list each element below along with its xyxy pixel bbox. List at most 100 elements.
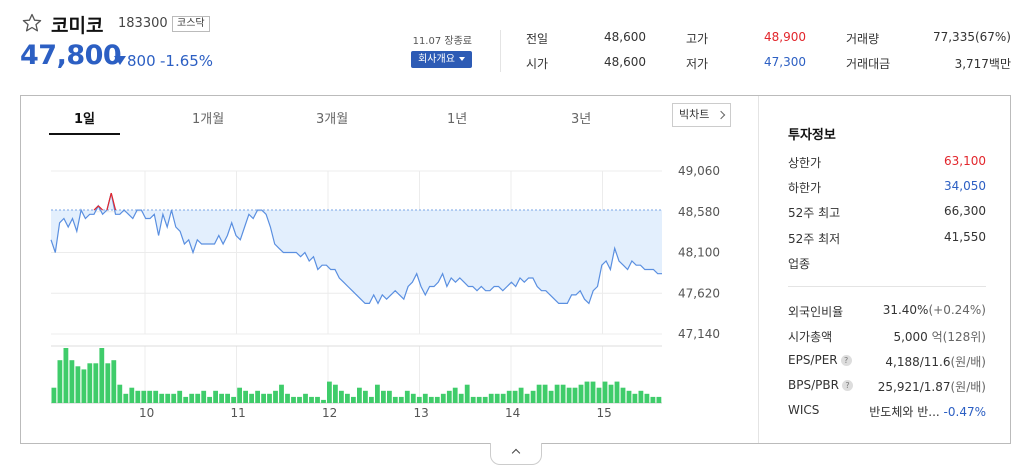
period-tabs: 1일 1개월 3개월 1년 3년 빅차트 <box>21 96 758 136</box>
volume-bar <box>363 390 368 403</box>
lower-limit-row: 하한가 34,050 <box>788 179 986 197</box>
down-arrow-icon <box>114 56 126 65</box>
volume-bar <box>542 384 548 403</box>
volume-bar <box>351 396 356 403</box>
volume-bar <box>428 396 434 403</box>
foreign-ratio-label: 외국인비율 <box>788 305 844 319</box>
eps-per-label: EPS/PER <box>788 353 838 367</box>
x-tick-label: 10 <box>139 406 154 420</box>
volume-bar <box>117 384 123 403</box>
week52-low-label: 52주 최저 <box>788 232 841 246</box>
volume-bar <box>129 387 135 403</box>
volume-bar <box>578 384 584 403</box>
volume-bar <box>434 396 440 403</box>
volume-bar <box>315 396 320 403</box>
trade-value-value: 3,717백만 <box>954 57 1011 71</box>
volume-bar <box>99 348 105 403</box>
volume-bar <box>309 396 314 403</box>
tab-3year[interactable]: 3년 <box>571 108 591 127</box>
week52-high-value: 66,300 <box>944 204 986 218</box>
lower-limit-label: 하한가 <box>788 181 822 195</box>
collapse-chart-button[interactable] <box>490 443 542 465</box>
market-cap-unit: 억(128위) <box>931 330 986 344</box>
volume-bar <box>602 381 608 403</box>
volume-bar <box>476 396 482 403</box>
volume-bar <box>327 381 332 403</box>
y-tick-label: 47,140 <box>678 327 720 341</box>
y-tick-label: 47,620 <box>678 286 720 300</box>
volume-bar <box>392 396 398 403</box>
prev-close-label: 전일 <box>526 32 549 46</box>
favorite-star-icon[interactable] <box>22 13 42 33</box>
volume-bar <box>488 393 494 403</box>
volume-bar <box>339 390 344 403</box>
high-value: 48,900 <box>764 30 806 44</box>
volume-bar <box>69 360 75 403</box>
tab-1month[interactable]: 1개월 <box>192 108 224 127</box>
tab-1day[interactable]: 1일 <box>74 108 95 127</box>
volume-bar <box>105 363 111 403</box>
volume-bar <box>446 390 452 403</box>
wics-value[interactable]: 반도체와 반... <box>869 405 939 419</box>
volume-bar <box>620 387 626 403</box>
volume-bar <box>369 396 374 403</box>
week52-high-label: 52주 최고 <box>788 206 841 220</box>
market-badge: 코스닥 <box>172 16 210 32</box>
week52-low-value: 41,550 <box>944 230 986 244</box>
x-tick-label: 11 <box>231 406 246 420</box>
volume-bar <box>590 381 596 403</box>
company-overview-button[interactable]: 회사개요 <box>411 51 472 68</box>
volume-bar <box>584 381 590 403</box>
investment-info-panel: 투자정보 상한가 63,100 하한가 34,050 52주 최고 66,300… <box>758 96 1010 443</box>
low-value: 47,300 <box>764 55 806 69</box>
volume-bar <box>470 396 476 403</box>
volume-bar <box>375 384 380 403</box>
volume-bar <box>656 396 662 403</box>
intraday-chart[interactable]: 49,060 48,580 48,100 47,620 47,140 10 11 12 13 14… <box>21 136 758 443</box>
eps-per-value: 4,188/11.6 <box>885 355 951 369</box>
volume-bar <box>261 393 266 403</box>
big-chart-label: 빅차트 <box>679 108 710 121</box>
volume-bar <box>321 399 326 403</box>
volume-bar <box>291 396 296 403</box>
volume-bar <box>255 390 260 403</box>
volume-label: 거래량 <box>846 32 880 46</box>
wics-label: WICS <box>788 403 820 417</box>
current-price: 47,800 <box>20 40 122 71</box>
volume-bar <box>81 369 87 403</box>
volume-value: 77,335(67%) <box>932 30 1011 44</box>
volume-bar <box>141 390 147 403</box>
foreign-ratio-row: 외국인비율 31.40%(+0.24%) <box>788 303 986 321</box>
volume-bar <box>87 363 93 403</box>
y-tick-label: 48,100 <box>678 246 720 260</box>
header-divider <box>500 30 501 72</box>
volume-bar <box>482 396 488 403</box>
volume-bar <box>608 384 614 403</box>
volume-bar <box>638 390 644 403</box>
volume-bar <box>614 381 620 403</box>
volume-bar <box>51 387 57 403</box>
volume-bar <box>416 396 422 403</box>
tab-3month[interactable]: 3개월 <box>316 108 348 127</box>
volume-bar <box>566 387 572 403</box>
volume-bar <box>548 390 554 403</box>
volume-bar <box>452 387 458 403</box>
volume-bar <box>410 393 416 403</box>
help-icon[interactable]: ? <box>840 355 852 366</box>
help-icon[interactable]: ? <box>841 380 853 391</box>
foreign-ratio-value: 31.40% <box>882 303 929 317</box>
big-chart-button[interactable]: 빅차트 <box>672 103 731 127</box>
prev-close-value: 48,600 <box>604 30 646 44</box>
upper-limit-label: 상한가 <box>788 156 822 170</box>
stock-code: 183300 <box>118 16 168 31</box>
upper-limit-row: 상한가 63,100 <box>788 154 986 172</box>
volume-bar <box>500 393 506 403</box>
x-tick-label: 14 <box>505 406 520 420</box>
tab-1year[interactable]: 1년 <box>447 108 467 127</box>
volume-bar <box>135 390 141 403</box>
volume-bar <box>404 390 410 403</box>
volume-bar <box>153 390 159 403</box>
x-tick-label: 12 <box>322 406 337 420</box>
industry-row: 업종 <box>788 255 986 273</box>
stock-name: 코미코 <box>51 15 104 37</box>
